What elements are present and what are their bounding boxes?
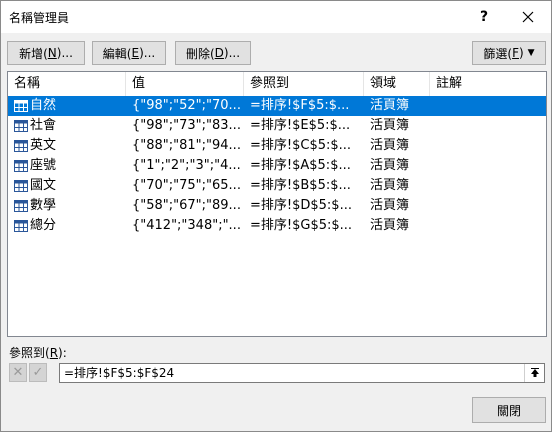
chevron-down-icon: ▼ <box>527 48 535 58</box>
list-item[interactable]: 數學 {"58";"67";"89... =排序!$D$5:$... 活頁簿 <box>8 196 546 216</box>
names-list[interactable]: 名稱 值 參照到 領域 註解 自然 {"98";"52";"70... =排序!$F… <box>7 71 547 337</box>
scope-cell: 活頁簿 <box>370 138 410 153</box>
comment-cell <box>436 176 546 196</box>
refers-to-cell: =排序!$F$5:$... <box>250 98 350 113</box>
list-item[interactable]: 座號 {"1";"2";"3";"4... =排序!$A$5:$... 活頁簿 <box>8 156 546 176</box>
filter-button[interactable]: 篩選(F) ▼ <box>472 41 546 65</box>
scope-cell: 活頁簿 <box>370 218 410 233</box>
list-item[interactable]: 國文 {"70";"75";"65... =排序!$B$5:$... 活頁簿 <box>8 176 546 196</box>
cancel-edit-icon[interactable]: ✕ <box>9 363 27 382</box>
name-cell: 自然 <box>30 98 57 113</box>
close-button[interactable]: 關閉 <box>472 397 546 423</box>
list-item[interactable]: 總分 {"412";"348";"... =排序!$G$5:$... 活頁簿 <box>8 216 546 236</box>
confirm-edit-icon[interactable]: ✓ <box>29 363 47 382</box>
column-header-name[interactable]: 名稱 <box>8 72 126 96</box>
list-item[interactable]: 英文 {"88";"81";"94... =排序!$C$5:$... 活頁簿 <box>8 136 546 156</box>
column-header-value[interactable]: 值 <box>126 72 244 96</box>
collapse-arrow-icon <box>530 368 539 377</box>
refers-to-input[interactable]: =排序!$F$5:$F$24 <box>59 363 545 383</box>
table-icon <box>14 200 28 212</box>
name-cell: 國文 <box>30 178 57 193</box>
refers-to-cell: =排序!$E$5:$... <box>250 118 351 133</box>
scope-cell: 活頁簿 <box>370 158 410 173</box>
value-cell: {"98";"73";"83... <box>132 118 241 133</box>
scope-cell: 活頁簿 <box>370 198 410 213</box>
column-header-comment[interactable]: 註解 <box>430 72 546 96</box>
value-cell: {"412";"348";"... <box>132 218 241 233</box>
table-icon <box>14 160 28 172</box>
table-icon <box>14 180 28 192</box>
edit-button[interactable]: 編輯(E)... <box>92 41 166 65</box>
name-cell: 社會 <box>30 118 57 133</box>
column-header-refers-to[interactable]: 參照到 <box>244 72 364 96</box>
name-cell: 英文 <box>30 138 57 153</box>
refers-to-cell: =排序!$A$5:$... <box>250 158 351 173</box>
value-cell: {"98";"52";"70... <box>132 98 241 113</box>
close-window-button[interactable] <box>513 5 543 29</box>
list-item[interactable]: 社會 {"98";"73";"83... =排序!$E$5:$... 活頁簿 <box>8 116 546 136</box>
value-cell: {"58";"67";"89... <box>132 198 241 213</box>
name-cell: 總分 <box>30 218 57 233</box>
comment-cell <box>436 196 546 216</box>
comment-cell <box>436 116 546 136</box>
scope-cell: 活頁簿 <box>370 178 410 193</box>
refers-to-cell: =排序!$D$5:$... <box>250 198 352 213</box>
refers-to-cell: =排序!$C$5:$... <box>250 138 352 153</box>
close-icon <box>522 11 534 23</box>
refers-to-cell: =排序!$B$5:$... <box>250 178 351 193</box>
name-manager-dialog: 名稱管理員 ? 新增(N)... 編輯(E)... 刪除(D)... 篩選(F)… <box>0 0 552 432</box>
comment-cell <box>436 156 546 176</box>
refers-to-cell: =排序!$G$5:$... <box>250 218 353 233</box>
list-item[interactable]: 自然 {"98";"52";"70... =排序!$F$5:$... 活頁簿 <box>8 96 546 116</box>
table-icon <box>14 220 28 232</box>
value-cell: {"1";"2";"3";"4... <box>132 158 241 173</box>
new-button[interactable]: 新增(N)... <box>7 41 85 65</box>
table-icon <box>14 100 28 112</box>
comment-cell <box>436 216 546 236</box>
list-header: 名稱 值 參照到 領域 註解 <box>8 72 546 96</box>
delete-button[interactable]: 刪除(D)... <box>175 41 251 65</box>
column-header-scope[interactable]: 領域 <box>364 72 430 96</box>
name-cell: 數學 <box>30 198 57 213</box>
scope-cell: 活頁簿 <box>370 118 410 133</box>
refers-to-label: 參照到(R): <box>9 346 67 360</box>
table-icon <box>14 120 28 132</box>
title-bar: 名稱管理員 ? <box>1 1 551 33</box>
scope-cell: 活頁簿 <box>370 98 410 113</box>
comment-cell <box>436 136 546 156</box>
collapse-dialog-button[interactable] <box>524 364 544 382</box>
dialog-title: 名稱管理員 <box>9 11 70 25</box>
comment-cell <box>436 96 546 116</box>
help-button[interactable]: ? <box>469 5 499 29</box>
table-icon <box>14 140 28 152</box>
value-cell: {"70";"75";"65... <box>132 178 241 193</box>
name-cell: 座號 <box>30 158 57 173</box>
value-cell: {"88";"81";"94... <box>132 138 241 153</box>
